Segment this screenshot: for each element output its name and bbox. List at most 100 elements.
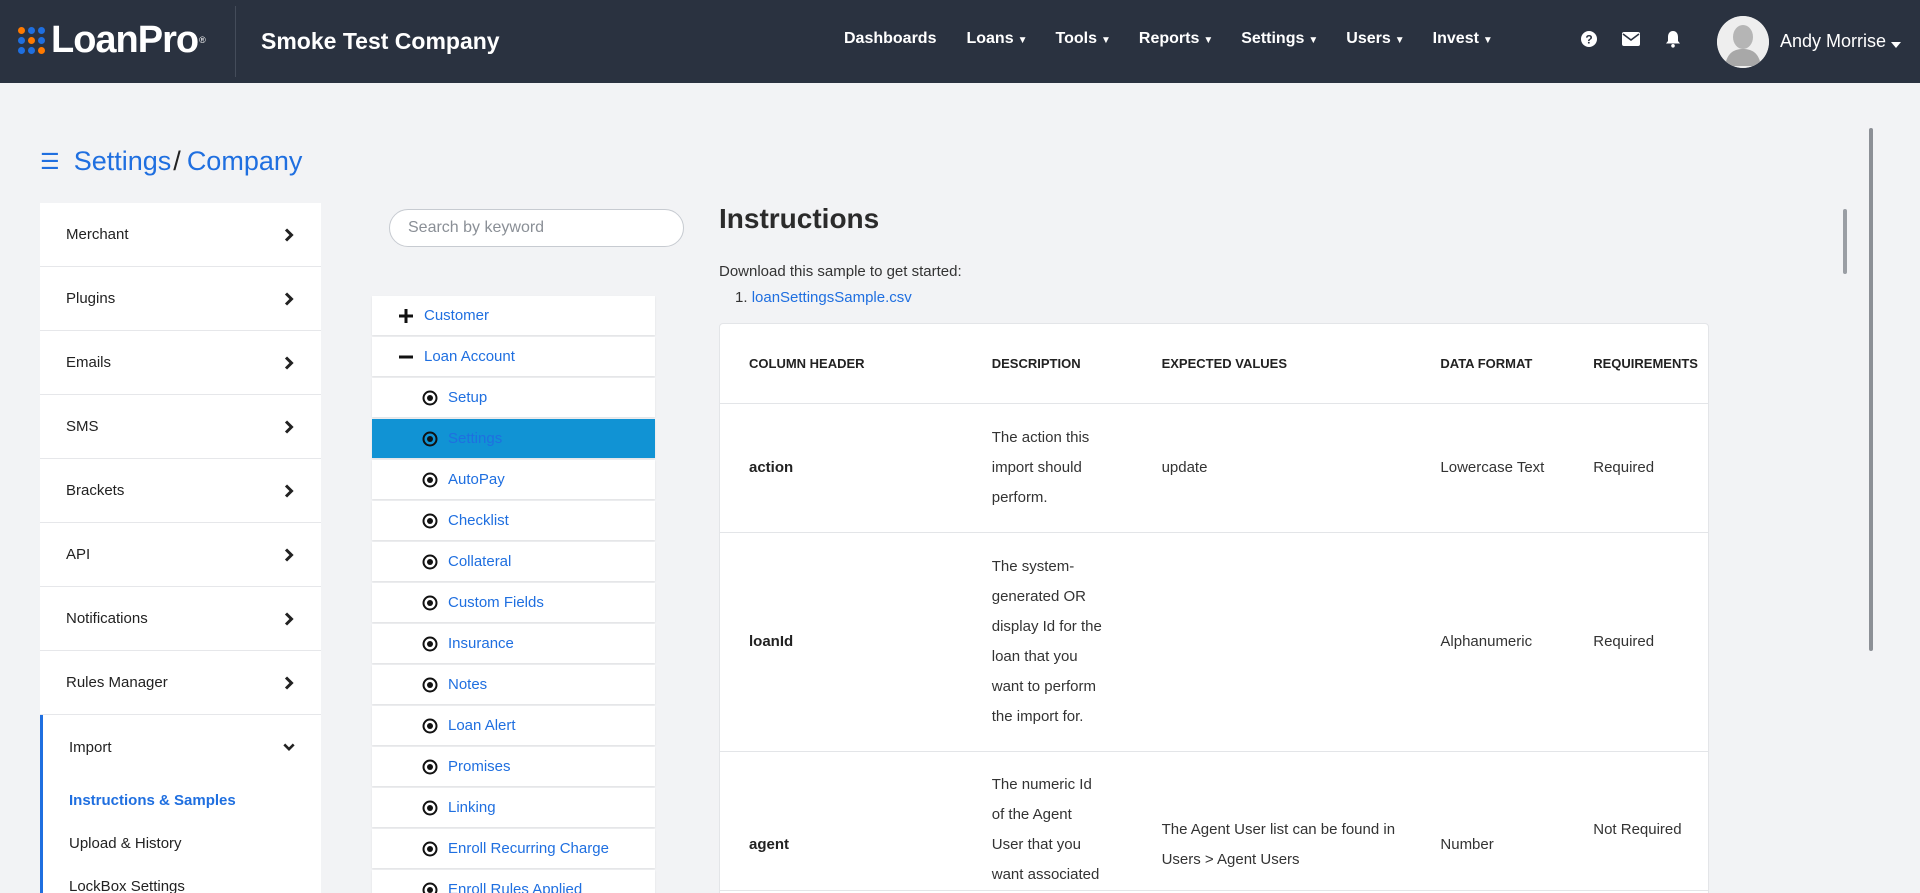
nav-label: Invest: [1432, 30, 1479, 47]
logo-dots-icon: [18, 26, 45, 54]
keyword-search-input[interactable]: [389, 209, 684, 247]
tree-item-customer[interactable]: Customer: [372, 296, 655, 335]
nav-settings[interactable]: Settings ▼: [1241, 30, 1318, 48]
tree-child-notes[interactable]: Notes: [372, 665, 655, 704]
nav-loans[interactable]: Loans ▼: [966, 30, 1027, 48]
column-header-requirements: REQUIREMENTS: [1593, 324, 1708, 404]
sidebar-sub-instructions[interactable]: Instructions & Samples: [43, 779, 321, 822]
caret-down-icon: ▼: [1308, 35, 1319, 46]
chevron-right-icon: [284, 291, 294, 306]
user-menu-caret-icon[interactable]: [1891, 36, 1901, 48]
nav-users[interactable]: Users ▼: [1346, 30, 1404, 48]
cell-column-name: action: [720, 403, 992, 533]
page-scrollbar[interactable]: [1869, 128, 1873, 651]
logo-dot: [18, 26, 25, 34]
tree-child-linking[interactable]: Linking: [372, 788, 655, 827]
sample-download-link[interactable]: loanSettingsSample.csv: [752, 289, 912, 306]
breadcrumb-separator: /: [173, 146, 181, 176]
chevron-right-icon: [284, 227, 294, 242]
sidebar-item-notifications[interactable]: Notifications: [40, 587, 321, 651]
tree-child-label: Settings: [448, 430, 503, 447]
nav-tools[interactable]: Tools ▼: [1056, 30, 1111, 48]
logo-dot: [28, 36, 35, 44]
cell-requirement: Required: [1593, 403, 1708, 533]
tree-child-checklist[interactable]: Checklist: [372, 501, 655, 540]
sidebar-sub-lockbox-settings[interactable]: LockBox Settings: [43, 865, 321, 893]
tree-child-collateral[interactable]: Collateral: [372, 542, 655, 581]
logo-trademark: ®: [199, 35, 206, 45]
caret-down-icon: ▼: [1017, 35, 1028, 46]
minus-icon[interactable]: [398, 349, 414, 365]
chevron-right-icon: [284, 355, 294, 370]
sidebar-item-sms[interactable]: SMS: [40, 395, 321, 459]
settings-sidebar: Merchant Plugins Emails SMS Brackets API Notif…: [40, 203, 321, 893]
radio-dot-icon: [422, 677, 438, 692]
tree-child-insurance[interactable]: Insurance: [372, 624, 655, 663]
logo-text: LoanPro: [51, 18, 199, 61]
chevron-down-icon: [283, 743, 295, 751]
tree-child-enroll-recurring-charge[interactable]: Enroll Recurring Charge: [372, 829, 655, 868]
panel-scrollbar[interactable]: [1843, 209, 1847, 274]
sidebar-item-brackets[interactable]: Brackets: [40, 459, 321, 523]
tree-child-label: AutoPay: [448, 471, 505, 488]
svg-text:?: ?: [1585, 33, 1592, 47]
plus-icon[interactable]: [398, 308, 414, 324]
tree-child-label: Checklist: [448, 512, 509, 529]
sidebar-item-rules-manager[interactable]: Rules Manager: [40, 651, 321, 715]
chevron-right-icon: [284, 483, 294, 498]
tree-child-label: Promises: [448, 758, 511, 775]
sidebar-item-api[interactable]: API: [40, 523, 321, 587]
header-icons: ?: [1580, 30, 1706, 48]
hamburger-menu-icon[interactable]: ☰: [40, 149, 60, 175]
breadcrumb-company[interactable]: Company: [187, 146, 303, 177]
caret-down-icon: ▼: [1482, 35, 1493, 46]
cell-expected-values: [1161, 532, 1441, 752]
sidebar-item-label: Notifications: [66, 610, 148, 627]
sidebar-item-import[interactable]: Import: [43, 715, 321, 779]
nav-label: Tools: [1055, 30, 1097, 47]
sidebar-sub-upload-history[interactable]: Upload & History: [43, 822, 321, 865]
tree-item-loan-account[interactable]: Loan Account: [372, 337, 655, 376]
nav-invest[interactable]: Invest ▼: [1433, 30, 1493, 48]
radio-dot-icon: [422, 595, 438, 610]
tree-child-autopay[interactable]: AutoPay: [372, 460, 655, 499]
table-row: loanId The system-generated OR display Id…: [720, 532, 1708, 752]
tree-child-custom-fields[interactable]: Custom Fields: [372, 583, 655, 622]
breadcrumb-settings[interactable]: Settings: [74, 146, 172, 177]
sidebar-item-label: Rules Manager: [66, 674, 168, 691]
sidebar-item-emails[interactable]: Emails: [40, 331, 321, 395]
table-header-row: COLUMN HEADER DESCRIPTION EXPECTED VALUE…: [720, 324, 1708, 404]
nav-reports[interactable]: Reports ▼: [1139, 30, 1213, 48]
logo-dot: [38, 46, 45, 54]
radio-dot-icon: [422, 800, 438, 815]
import-columns-table: COLUMN HEADER DESCRIPTION EXPECTED VALUE…: [719, 323, 1709, 893]
tree-child-label: Enroll Recurring Charge: [448, 840, 609, 857]
sidebar-item-merchant[interactable]: Merchant: [40, 203, 321, 267]
cell-description: The numeric Id of the Agent User that yo…: [991, 751, 1162, 891]
nav-dashboards[interactable]: Dashboards: [844, 30, 936, 48]
user-avatar[interactable]: [1717, 16, 1769, 68]
tree-child-loan-alert[interactable]: Loan Alert: [372, 706, 655, 745]
cell-data-format: Number: [1440, 751, 1594, 891]
main-nav: Dashboards Loans ▼ Tools ▼ Reports ▼ Settin…: [844, 30, 1493, 48]
sidebar-item-plugins[interactable]: Plugins: [40, 267, 321, 331]
list-number: 1.: [735, 289, 748, 306]
sidebar-item-label: Import: [69, 738, 112, 756]
tree-child-settings[interactable]: Settings: [372, 419, 655, 458]
tree-child-enroll-rules-applied[interactable]: Enroll Rules Applied: [372, 870, 655, 893]
bell-icon[interactable]: [1664, 30, 1682, 48]
tree-child-label: Custom Fields: [448, 594, 544, 611]
tree-child-setup[interactable]: Setup: [372, 378, 655, 417]
help-icon[interactable]: ?: [1580, 30, 1598, 48]
loanpro-logo[interactable]: LoanPro ®: [18, 18, 206, 61]
radio-dot-icon: [422, 554, 438, 569]
sidebar-item-label: Brackets: [66, 482, 125, 499]
nav-label: Dashboards: [844, 30, 937, 47]
tree-child-promises[interactable]: Promises: [372, 747, 655, 786]
breadcrumb: ☰ Settings / Company: [40, 146, 302, 177]
user-name[interactable]: Andy Morrise: [1780, 31, 1886, 52]
import-tree: Customer Loan Account Setup Settings AutoPay…: [372, 296, 655, 893]
mail-icon[interactable]: [1622, 30, 1640, 48]
radio-dot-icon: [422, 390, 438, 405]
chevron-right-icon: [284, 419, 294, 434]
